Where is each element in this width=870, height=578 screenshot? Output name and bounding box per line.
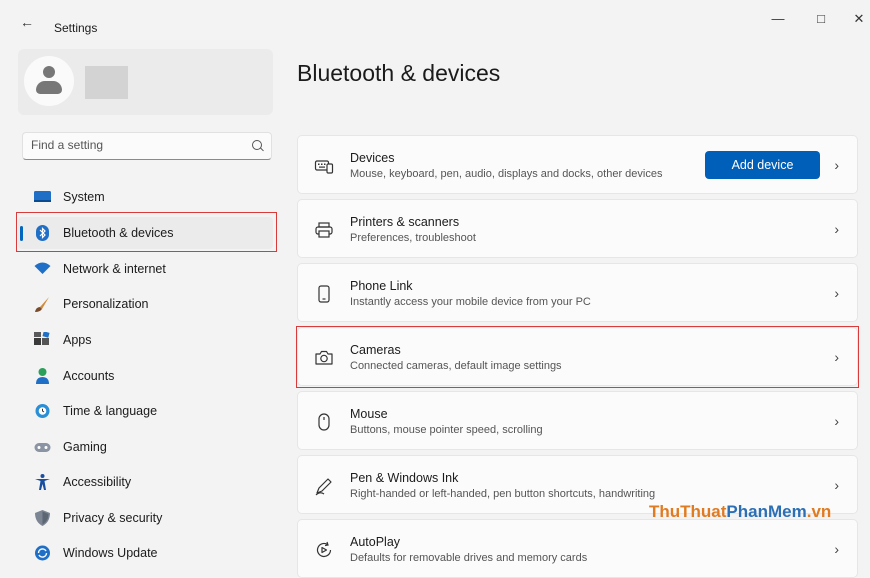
- card-title: AutoPlay: [350, 535, 401, 549]
- card-phone-link[interactable]: Phone Link Instantly access your mobile …: [297, 263, 858, 322]
- chevron-right-icon: ›: [834, 477, 839, 493]
- sidebar-item-label: Gaming: [63, 440, 107, 454]
- page-title: Bluetooth & devices: [297, 60, 501, 86]
- person-icon: [36, 368, 49, 384]
- user-profile-card[interactable]: [18, 49, 273, 115]
- printer-icon: [315, 222, 333, 238]
- card-mouse[interactable]: Mouse Buttons, mouse pointer speed, scro…: [297, 391, 858, 450]
- chevron-right-icon: ›: [834, 285, 839, 301]
- sidebar-item-apps[interactable]: Apps: [18, 324, 273, 356]
- sidebar-item-label: System: [63, 190, 105, 204]
- avatar-body-icon: [36, 81, 62, 94]
- chevron-right-icon: ›: [834, 157, 839, 173]
- card-description: Instantly access your mobile device from…: [350, 296, 591, 308]
- highlight-box-cameras: [296, 326, 859, 388]
- sidebar-item-label: Apps: [63, 333, 92, 347]
- search-input[interactable]: [31, 138, 241, 152]
- monitor-icon: [34, 191, 51, 202]
- sidebar-item-network[interactable]: Network & internet: [18, 253, 273, 285]
- gamepad-icon: [34, 443, 51, 452]
- sidebar-item-label: Windows Update: [63, 546, 158, 560]
- add-device-button[interactable]: Add device: [705, 151, 820, 179]
- app-title: Settings: [54, 21, 98, 35]
- card-description: Preferences, troubleshoot: [350, 232, 476, 244]
- shield-icon: [35, 510, 50, 526]
- highlight-box-sidebar: [16, 212, 277, 252]
- card-title: Mouse: [350, 407, 388, 421]
- card-description: Mouse, keyboard, pen, audio, displays an…: [350, 168, 663, 180]
- card-title: Devices: [350, 151, 395, 165]
- card-autoplay[interactable]: AutoPlay Defaults for removable drives a…: [297, 519, 858, 578]
- sidebar-item-privacy-security[interactable]: Privacy & security: [18, 502, 273, 534]
- search-icon[interactable]: [252, 140, 262, 150]
- globe-clock-icon: [35, 404, 50, 418]
- card-description: Right-handed or left-handed, pen button …: [350, 488, 656, 500]
- watermark-part1: ThuThuat: [649, 502, 727, 521]
- sidebar-item-label: Accessibility: [63, 475, 132, 489]
- sidebar-item-system[interactable]: System: [18, 181, 273, 213]
- sidebar-item-windows-update[interactable]: Windows Update: [18, 537, 273, 569]
- maximize-button[interactable]: □: [808, 6, 834, 32]
- sidebar-item-accessibility[interactable]: Accessibility: [18, 466, 273, 498]
- wifi-icon: [34, 262, 51, 274]
- sidebar-item-label: Time & language: [63, 404, 158, 418]
- sidebar-item-time-language[interactable]: Time & language: [18, 395, 273, 427]
- avatar: [24, 56, 74, 106]
- sidebar-item-label: Personalization: [63, 297, 149, 311]
- autoplay-icon: [316, 541, 332, 558]
- card-description: Defaults for removable drives and memory…: [350, 552, 588, 564]
- sidebar-item-gaming[interactable]: Gaming: [18, 431, 273, 463]
- minimize-button[interactable]: —: [765, 6, 791, 32]
- close-button[interactable]: ✕: [846, 6, 870, 32]
- watermark-part3: .vn: [806, 502, 832, 521]
- avatar-head-icon: [43, 66, 55, 78]
- back-arrow-icon[interactable]: ←: [20, 14, 34, 30]
- card-title: Printers & scanners: [350, 215, 460, 229]
- accessibility-icon: [35, 474, 50, 490]
- chevron-right-icon: ›: [834, 541, 839, 557]
- user-name-placeholder: [85, 66, 128, 99]
- brush-icon: [35, 297, 49, 312]
- chevron-right-icon: ›: [834, 413, 839, 429]
- sidebar-item-label: Accounts: [63, 369, 115, 383]
- pen-icon: [315, 478, 332, 496]
- keyboard-icon: [314, 160, 334, 174]
- watermark-part2: PhanMem: [726, 502, 807, 521]
- sidebar-item-personalization[interactable]: Personalization: [18, 288, 273, 320]
- title-bar: ← Settings — □ ✕: [0, 0, 870, 40]
- update-icon: [35, 545, 50, 561]
- search-box[interactable]: [22, 132, 272, 160]
- sidebar-item-label: Network & internet: [63, 262, 166, 276]
- sidebar-item-accounts[interactable]: Accounts: [18, 360, 273, 392]
- card-title: Pen & Windows Ink: [350, 471, 459, 485]
- apps-icon: [34, 332, 50, 345]
- mouse-icon: [318, 413, 330, 431]
- chevron-right-icon: ›: [834, 221, 839, 237]
- phone-icon: [318, 285, 330, 303]
- card-description: Buttons, mouse pointer speed, scrolling: [350, 424, 543, 436]
- watermark: ThuThuatPhanMem.vn: [649, 502, 831, 522]
- card-title: Phone Link: [350, 279, 413, 293]
- card-devices[interactable]: Devices Mouse, keyboard, pen, audio, dis…: [297, 135, 858, 194]
- sidebar-item-label: Privacy & security: [63, 511, 163, 525]
- card-printers-scanners[interactable]: Printers & scanners Preferences, trouble…: [297, 199, 858, 258]
